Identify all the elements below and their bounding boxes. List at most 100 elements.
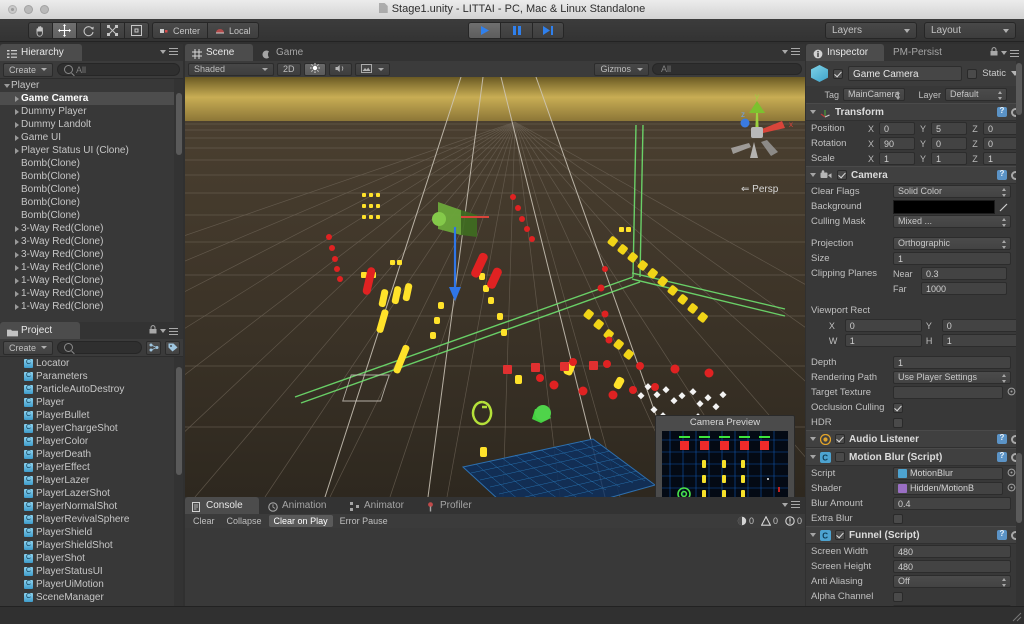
project-item[interactable]: PlayerShot	[0, 552, 183, 565]
layer-dropdown[interactable]: Default	[945, 88, 1007, 101]
property-value-field[interactable]: 1	[941, 334, 1019, 347]
search-by-label-button[interactable]	[165, 340, 180, 355]
pivot-mode-button[interactable]: Center	[152, 22, 208, 39]
project-item[interactable]: PlayerShieldShot	[0, 539, 183, 552]
project-item[interactable]: ParticleAutoDestroy	[0, 383, 183, 396]
hierarchy-item[interactable]: Bomb(Clone)	[0, 209, 183, 222]
project-create-button[interactable]: Create	[3, 340, 54, 355]
console-clear-on-play-button[interactable]: Clear on Play	[268, 515, 333, 527]
object-enabled-checkbox[interactable]	[833, 68, 843, 79]
disclosure-triangle-icon[interactable]	[810, 533, 816, 537]
hand-tool-button[interactable]	[28, 22, 52, 39]
hierarchy-item[interactable]: Game UI	[0, 131, 183, 144]
help-icon[interactable]	[997, 169, 1007, 180]
rotate-tool-button[interactable]	[76, 22, 100, 39]
project-item[interactable]: SceneManager	[0, 591, 183, 604]
tab-pm-persist[interactable]: PM-Persist	[886, 44, 964, 61]
hierarchy-item[interactable]: 3-Way Red(Clone)	[0, 248, 183, 261]
tab-animator[interactable]: Animator	[343, 497, 417, 514]
console-warning-count[interactable]: 0	[760, 516, 778, 526]
hierarchy-item[interactable]: Bomb(Clone)	[0, 170, 183, 183]
disclosure-triangle-icon[interactable]	[12, 95, 21, 102]
lock-icon[interactable]	[990, 47, 998, 59]
play-button[interactable]	[468, 22, 500, 39]
tab-profiler[interactable]: Profiler	[419, 497, 489, 514]
help-icon[interactable]	[997, 529, 1007, 540]
component-header[interactable]: Camera	[806, 166, 1024, 184]
property-value-field[interactable]: 1	[983, 152, 1019, 165]
property-dropdown[interactable]: Mixed ...	[893, 215, 1011, 228]
property-value-field[interactable]: 1	[893, 356, 1011, 369]
hierarchy-item[interactable]: Bomb(Clone)	[0, 183, 183, 196]
help-icon[interactable]	[997, 433, 1007, 444]
object-name-field[interactable]: Game Camera	[848, 66, 963, 81]
project-item[interactable]: Parameters	[0, 370, 183, 383]
color-swatch[interactable]	[893, 199, 995, 214]
project-search-input[interactable]	[57, 341, 142, 354]
project-item[interactable]: PlayerStatusUI	[0, 565, 183, 578]
disclosure-triangle-icon[interactable]	[12, 303, 21, 310]
console-clear-button[interactable]: Clear	[188, 515, 220, 527]
component-header[interactable]: C Funnel (Script)	[806, 526, 1024, 544]
property-value-field[interactable]: 480	[893, 545, 1011, 558]
disclosure-triangle-icon[interactable]	[12, 238, 21, 245]
hierarchy-item[interactable]: 1-Way Red(Clone)	[0, 300, 183, 313]
tab-animation[interactable]: Animation	[261, 497, 339, 514]
disclosure-triangle-icon[interactable]	[12, 225, 21, 232]
console-log-area[interactable]	[185, 528, 805, 607]
project-item[interactable]: PlayerUiMotion	[0, 578, 183, 591]
tag-dropdown[interactable]: MainCamera	[843, 88, 905, 101]
hierarchy-item[interactable]: 3-Way Red(Clone)	[0, 222, 183, 235]
hierarchy-item[interactable]: Bomb(Clone)	[0, 157, 183, 170]
project-list[interactable]: Locator Parameters ParticleAutoDestroy Play…	[0, 357, 183, 607]
property-checkbox[interactable]	[893, 513, 903, 524]
project-item[interactable]: PlayerLazerShot	[0, 487, 183, 500]
disclosure-triangle-icon[interactable]	[810, 173, 816, 177]
project-item[interactable]: PlayerColor	[0, 435, 183, 448]
rect-tool-button[interactable]	[124, 22, 149, 39]
help-icon[interactable]	[997, 451, 1007, 462]
property-value-field[interactable]: 1	[931, 152, 967, 165]
project-menu-button[interactable]	[149, 325, 180, 337]
scene-search-input[interactable]: All	[652, 63, 802, 75]
step-button[interactable]	[532, 22, 564, 39]
hierarchy-item[interactable]: Bomb(Clone)	[0, 196, 183, 209]
hierarchy-create-button[interactable]: Create	[3, 62, 54, 77]
static-checkbox[interactable]	[967, 68, 978, 79]
project-item[interactable]: PlayerDeath	[0, 448, 183, 461]
project-item[interactable]: Player	[0, 396, 183, 409]
disclosure-triangle-icon[interactable]	[810, 437, 816, 441]
disclosure-triangle-icon[interactable]	[810, 110, 816, 114]
property-value-field[interactable]: 0	[879, 122, 915, 135]
hierarchy-scrollbar-thumb[interactable]	[176, 93, 182, 155]
tab-inspector[interactable]: Inspector	[806, 44, 884, 61]
hierarchy-item[interactable]: Game Camera	[0, 92, 183, 105]
project-item[interactable]: PlayerShield	[0, 526, 183, 539]
hierarchy-item[interactable]: 1-Way Red(Clone)	[0, 287, 183, 300]
disclosure-triangle-icon[interactable]	[12, 251, 21, 258]
property-checkbox[interactable]	[893, 402, 903, 413]
project-item[interactable]: PlayerEffect	[0, 461, 183, 474]
resize-grip-icon[interactable]	[1010, 610, 1022, 622]
property-dropdown[interactable]: Use Player Settings	[893, 371, 1011, 384]
hierarchy-item[interactable]: 1-Way Red(Clone)	[0, 274, 183, 287]
lock-icon[interactable]	[149, 325, 157, 337]
console-menu-button[interactable]	[782, 500, 802, 509]
project-item[interactable]: PlayerChargeShot	[0, 422, 183, 435]
inspector-scrollbar-thumb-lower[interactable]	[1016, 453, 1022, 523]
scale-tool-button[interactable]	[100, 22, 124, 39]
disclosure-triangle-icon[interactable]	[12, 121, 21, 128]
component-enabled-checkbox[interactable]	[835, 434, 845, 444]
disclosure-triangle-icon[interactable]	[12, 108, 21, 115]
project-scrollbar-thumb[interactable]	[176, 367, 182, 475]
property-value-field[interactable]: 5	[931, 122, 967, 135]
property-value-field[interactable]: 0	[931, 137, 967, 150]
toggle-2d-button[interactable]: 2D	[277, 62, 301, 76]
hierarchy-tree[interactable]: Player Game Camera Dummy Player Dummy Lando…	[0, 79, 183, 322]
project-item[interactable]: PlayerNormalShot	[0, 500, 183, 513]
property-value-field[interactable]: 0	[844, 319, 922, 332]
help-icon[interactable]	[997, 106, 1007, 117]
component-enabled-checkbox[interactable]	[835, 530, 845, 540]
property-checkbox[interactable]	[893, 591, 903, 602]
scene-audio-toggle[interactable]	[328, 62, 352, 76]
